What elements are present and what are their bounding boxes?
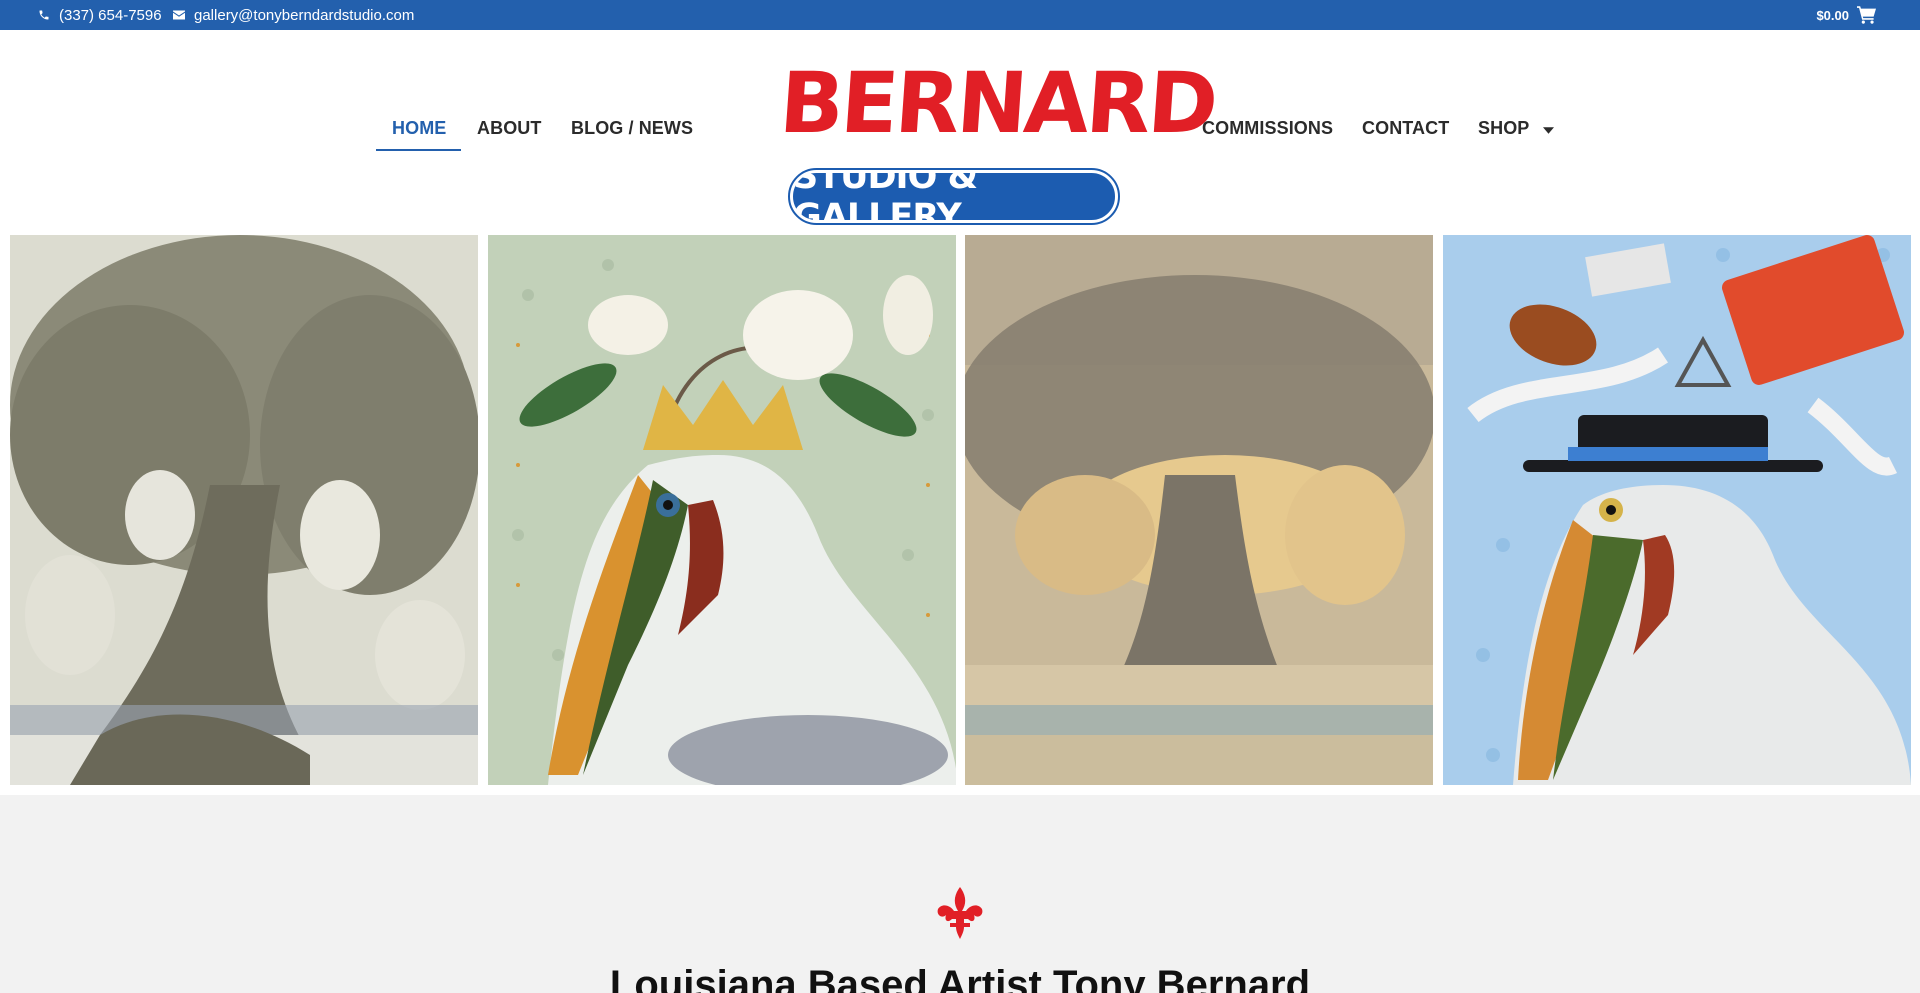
site-logo[interactable]: BERNARD STUDIO & GALLERY xyxy=(777,54,1219,237)
fleur-de-lis-icon xyxy=(936,887,984,939)
envelope-icon xyxy=(173,10,185,20)
nav-shop-label[interactable]: SHOP xyxy=(1478,118,1529,139)
email-address[interactable]: gallery@tonyberndardstudio.com xyxy=(194,7,414,24)
site-header: HOME ABOUT BLOG / NEWS BERNARD STUDIO & … xyxy=(0,30,1920,237)
painting-oak-golden[interactable] xyxy=(965,235,1433,785)
painting-oak-grey[interactable] xyxy=(10,235,478,785)
cart-link[interactable]: $0.00 xyxy=(1816,0,1876,30)
intro-section: Louisiana Based Artist Tony Bernard xyxy=(0,795,1920,993)
nav-contact[interactable]: CONTACT xyxy=(1362,118,1449,139)
email-link[interactable]: gallery@tonyberndardstudio.com xyxy=(173,0,414,30)
nav-blog-news[interactable]: BLOG / NEWS xyxy=(571,118,693,139)
cart-icon[interactable] xyxy=(1857,6,1876,24)
painting-gallery xyxy=(0,235,1920,795)
nav-shop[interactable]: SHOP xyxy=(1478,118,1555,139)
logo-subtitle: STUDIO & GALLERY xyxy=(788,157,1120,237)
cart-total[interactable]: $0.00 xyxy=(1816,8,1849,23)
phone-number[interactable]: (337) 654-7596 xyxy=(59,7,162,24)
chevron-down-icon[interactable] xyxy=(1543,118,1555,139)
nav-commissions[interactable]: COMMISSIONS xyxy=(1202,118,1333,139)
intro-heading: Louisiana Based Artist Tony Bernard xyxy=(609,963,1311,993)
top-bar: (337) 654-7596 gallery@tonyberndardstudi… xyxy=(0,0,1920,30)
painting-musical-pelican[interactable] xyxy=(1443,235,1911,785)
logo-wordmark: BERNARD xyxy=(776,54,1219,152)
nav-about[interactable]: ABOUT xyxy=(477,118,542,139)
active-nav-indicator xyxy=(376,149,461,151)
painting-crowned-pelican[interactable] xyxy=(488,235,956,785)
nav-home[interactable]: HOME xyxy=(392,118,446,139)
phone-icon xyxy=(38,9,50,21)
phone-link[interactable]: (337) 654-7596 xyxy=(38,0,162,30)
